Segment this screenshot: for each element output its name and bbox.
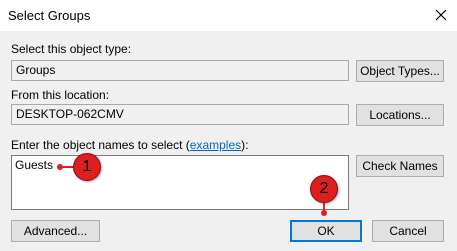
examples-link[interactable]: examples xyxy=(190,138,241,152)
object-names-input[interactable]: Guests xyxy=(11,155,349,210)
object-names-value: Guests xyxy=(15,158,54,172)
close-icon xyxy=(435,9,447,21)
object-types-button[interactable]: Object Types... xyxy=(356,60,444,82)
ok-button-label: OK xyxy=(317,224,335,238)
window-title: Select Groups xyxy=(8,8,91,23)
cancel-button[interactable]: Cancel xyxy=(372,220,444,242)
annotation-marker-1-number: 1 xyxy=(82,158,92,175)
ok-button[interactable]: OK xyxy=(290,220,362,242)
check-names-button[interactable]: Check Names xyxy=(356,155,444,177)
annotation-marker-1: 1 xyxy=(73,153,101,181)
check-names-button-label: Check Names xyxy=(362,159,438,173)
advanced-button[interactable]: Advanced... xyxy=(11,220,100,242)
object-names-label-suffix: ): xyxy=(241,138,249,152)
object-type-label: Select this object type: xyxy=(11,42,132,56)
object-type-value: Groups xyxy=(16,63,56,77)
title-bar: Select Groups xyxy=(0,0,457,31)
close-button[interactable] xyxy=(428,4,454,26)
object-types-button-label: Object Types... xyxy=(360,64,440,78)
location-label: From this location: xyxy=(11,88,110,102)
locations-button[interactable]: Locations... xyxy=(356,104,444,126)
location-value: DESKTOP-062CMV xyxy=(16,107,124,121)
marker-2-pointer xyxy=(321,210,327,216)
locations-button-label: Locations... xyxy=(369,108,431,122)
advanced-button-label: Advanced... xyxy=(23,224,88,238)
cancel-button-label: Cancel xyxy=(389,224,427,238)
select-groups-dialog: Select Groups Select this object type: G… xyxy=(0,0,457,251)
annotation-marker-2: 2 xyxy=(310,175,338,203)
object-names-label-prefix: Enter the object names to select ( xyxy=(11,138,190,152)
annotation-marker-2-number: 2 xyxy=(319,180,329,197)
object-names-label: Enter the object names to select (exampl… xyxy=(11,138,248,152)
location-field: DESKTOP-062CMV xyxy=(11,104,349,125)
object-type-field: Groups xyxy=(11,60,349,81)
